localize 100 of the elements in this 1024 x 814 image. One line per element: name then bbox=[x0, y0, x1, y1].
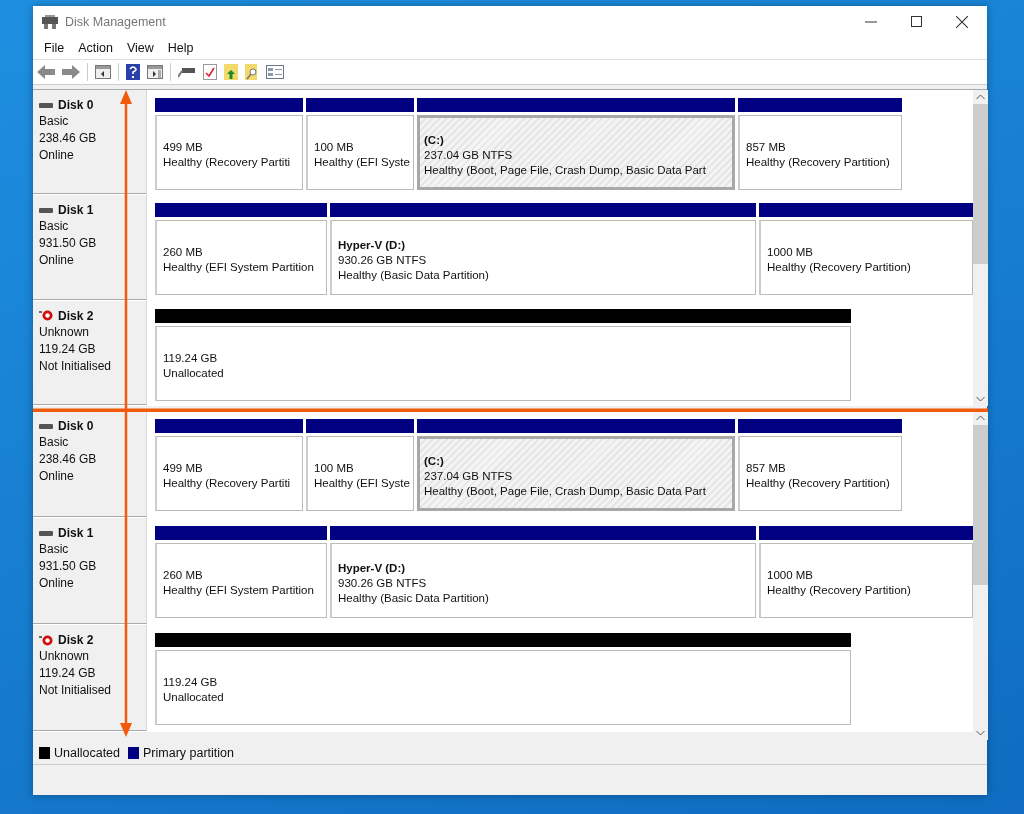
window-title: Disk Management bbox=[65, 14, 166, 29]
partition-label: Hyper-V (D:) bbox=[338, 238, 407, 251]
partition-box[interactable]: 857 MB Healthy (Recovery Partition) bbox=[738, 115, 902, 190]
disk-name: Disk 0 bbox=[58, 98, 94, 112]
disk-name: Disk 0 bbox=[58, 419, 94, 433]
partition-size: 857 MB bbox=[746, 462, 787, 474]
partition-size: 100 MB bbox=[314, 462, 355, 474]
partition-status: Unallocated bbox=[163, 691, 225, 703]
forward-arrow-icon[interactable] bbox=[62, 65, 80, 79]
disk-info-panel[interactable]: Disk 0 Basic 238.46 GB Online bbox=[33, 90, 147, 195]
partition-size: 237.04 GB NTFS bbox=[424, 148, 514, 161]
disk-status: Not Initialised bbox=[39, 358, 113, 374]
partition-size: 499 MB bbox=[163, 462, 204, 474]
partition-size: 930.26 GB NTFS bbox=[338, 576, 428, 589]
partition-status: Healthy (Recovery Partiti bbox=[163, 477, 292, 489]
partition-status: Healthy (Boot, Page File, Crash Dump, Basic Data Part bbox=[424, 484, 707, 497]
disk-type: Unknown bbox=[39, 324, 91, 340]
disk-type: Basic bbox=[39, 219, 70, 235]
partition-status: Healthy (EFI System Partition bbox=[163, 584, 315, 596]
partition-box[interactable]: 1000 MB Healthy (Recovery Partition) bbox=[759, 543, 973, 618]
help-icon[interactable] bbox=[126, 64, 140, 80]
properties-icon[interactable] bbox=[266, 65, 284, 79]
partition-box[interactable]: 499 MB Healthy (Recovery Partiti bbox=[155, 115, 303, 190]
partition-status: Healthy (Basic Data Partition) bbox=[338, 268, 490, 281]
partition-box[interactable]: 857 MB Healthy (Recovery Partition) bbox=[738, 436, 902, 511]
scrollbar[interactable] bbox=[973, 411, 988, 740]
scroll-down-icon[interactable] bbox=[976, 730, 985, 736]
scroll-up-icon[interactable] bbox=[976, 94, 985, 100]
menu-item[interactable]: Help bbox=[160, 41, 201, 55]
disk-size: 238.46 GB bbox=[39, 452, 98, 467]
menu-item[interactable]: View bbox=[119, 41, 161, 55]
partition-box[interactable]: Hyper-V (D:) 930.26 GB NTFS Healthy (Basic Data Partition) bbox=[330, 543, 756, 618]
partition-box[interactable]: 260 MB Healthy (EFI System Partition bbox=[155, 543, 327, 618]
disk-size: 931.50 GB bbox=[39, 236, 98, 252]
maximize-icon[interactable] bbox=[911, 16, 922, 27]
folder-search-icon[interactable] bbox=[245, 64, 259, 80]
scrollbar[interactable] bbox=[973, 90, 988, 406]
partition-status: Healthy (Basic Data Partition) bbox=[338, 591, 490, 604]
partition-box[interactable]: 260 MB Healthy (EFI System Partition bbox=[155, 220, 327, 296]
disk-info-panel[interactable]: Disk 1 Basic 931.50 GB Online bbox=[33, 195, 147, 300]
disk-info-panel[interactable]: Disk 2 Unknown 119.24 GB Not Initialised bbox=[33, 300, 147, 405]
partition-size: 1000 MB bbox=[767, 569, 815, 581]
disk-type: Basic bbox=[39, 542, 70, 557]
disk-size: 931.50 GB bbox=[39, 559, 98, 574]
partition-status: Healthy (Recovery Partiti bbox=[163, 156, 292, 168]
disk-size: 119.24 GB bbox=[39, 666, 97, 681]
disk-type: Basic bbox=[39, 114, 70, 129]
disk-name: Disk 1 bbox=[58, 526, 94, 540]
disk-drive-icon bbox=[42, 14, 58, 29]
partition-size: 1000 MB bbox=[767, 246, 815, 259]
disk-status: Online bbox=[39, 469, 75, 484]
disk-info-panel[interactable]: Disk 1 Basic 931.50 GB Online bbox=[33, 518, 147, 624]
disk-name: Disk 2 bbox=[58, 633, 94, 647]
partition-status: Healthy (EFI Syste bbox=[314, 477, 411, 489]
disk-status: Online bbox=[39, 253, 75, 269]
partition-box[interactable]: 119.24 GB Unallocated bbox=[155, 650, 851, 725]
partition-size: 260 MB bbox=[163, 569, 204, 581]
partition-status: Healthy (Recovery Partition) bbox=[767, 584, 912, 596]
disk-info-panel[interactable]: Disk 2 Unknown 119.24 GB Not Initialised bbox=[33, 625, 147, 731]
partition-box[interactable]: (C:) 237.04 GB NTFS Healthy (Boot, Page File, Crash Dump, Basic Data Part bbox=[417, 115, 735, 190]
legend-label: Unallocated bbox=[54, 746, 120, 760]
partition-status: Healthy (EFI System Partition bbox=[163, 261, 315, 274]
disk-status: Online bbox=[39, 576, 75, 591]
partition-box[interactable]: (C:) 237.04 GB NTFS Healthy (Boot, Page File, Crash Dump, Basic Data Part bbox=[417, 436, 735, 511]
back-arrow-icon[interactable] bbox=[37, 65, 55, 79]
legend-label: Primary partition bbox=[143, 746, 234, 760]
close-icon[interactable] bbox=[956, 15, 968, 28]
partition-box[interactable]: Hyper-V (D:) 930.26 GB NTFS Healthy (Basic Data Partition) bbox=[330, 220, 756, 296]
partition-size: 119.24 GB bbox=[163, 351, 219, 364]
minimize-icon[interactable] bbox=[865, 20, 877, 23]
partition-size: 119.24 GB bbox=[163, 676, 219, 688]
disk-size: 119.24 GB bbox=[39, 341, 97, 357]
disk-info-panel[interactable]: Disk 0 Basic 238.46 GB Online bbox=[33, 411, 147, 517]
partition-label: (C:) bbox=[424, 133, 445, 146]
partition-box[interactable]: 100 MB Healthy (EFI Syste bbox=[306, 436, 414, 511]
partition-label: Hyper-V (D:) bbox=[338, 561, 407, 574]
partition-box[interactable]: 100 MB Healthy (EFI Syste bbox=[306, 115, 414, 190]
partition-status: Healthy (Boot, Page File, Crash Dump, Basic Data Part bbox=[424, 163, 707, 176]
disk-type: Basic bbox=[39, 435, 70, 450]
partition-status: Healthy (EFI Syste bbox=[314, 156, 411, 168]
partition-status: Healthy (Recovery Partition) bbox=[746, 156, 891, 168]
partition-box[interactable]: 499 MB Healthy (Recovery Partiti bbox=[155, 436, 303, 511]
menu-item[interactable]: File bbox=[37, 41, 72, 55]
partition-box[interactable]: 119.24 GB Unallocated bbox=[155, 325, 851, 401]
partition-box[interactable]: 1000 MB Healthy (Recovery Partition) bbox=[759, 220, 973, 296]
partition-status: Unallocated bbox=[163, 366, 225, 379]
scroll-up-icon[interactable] bbox=[976, 415, 985, 421]
partition-label: (C:) bbox=[424, 454, 445, 467]
console-tree-icon[interactable] bbox=[95, 65, 111, 79]
partition-size: 100 MB bbox=[314, 141, 355, 153]
scroll-down-icon[interactable] bbox=[976, 396, 985, 402]
partition-size: 857 MB bbox=[746, 141, 787, 153]
action-pane-icon[interactable] bbox=[147, 65, 163, 79]
partition-size: 237.04 GB NTFS bbox=[424, 469, 514, 482]
partition-status: Healthy (Recovery Partition) bbox=[746, 477, 891, 489]
partition-status: Healthy (Recovery Partition) bbox=[767, 261, 912, 274]
partition-size: 260 MB bbox=[163, 246, 204, 259]
checklist-icon[interactable] bbox=[203, 64, 217, 80]
disk-type: Unknown bbox=[39, 649, 91, 664]
menu-item[interactable]: Action bbox=[71, 41, 120, 55]
